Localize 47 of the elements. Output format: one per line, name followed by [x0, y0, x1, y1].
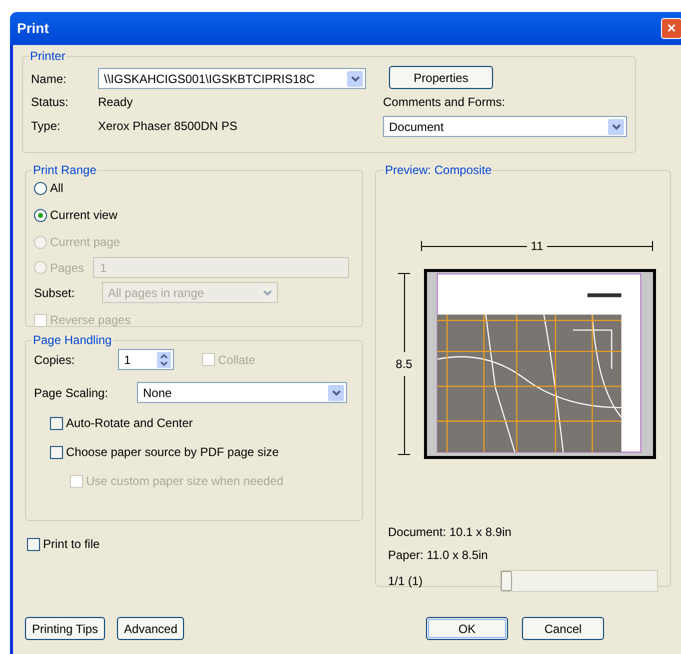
group-title: Printer	[29, 48, 66, 65]
spinner-arrows-icon	[157, 352, 171, 368]
dialog-button[interactable]: Cancel	[522, 617, 604, 640]
radio-label: Current page	[50, 234, 120, 251]
checkbox-label: Auto-Rotate and Center	[66, 415, 193, 432]
close-button[interactable]: ×	[661, 18, 681, 39]
page-counter: 1/1 (1)	[388, 573, 424, 590]
dialog-button[interactable]: Printing Tips	[25, 617, 106, 640]
checkbox[interactable]	[50, 416, 63, 430]
status-value: Ready	[98, 94, 133, 111]
copies-spinner[interactable]: 1	[118, 349, 174, 370]
field-label: Page Scaling:	[34, 384, 110, 402]
field-label: Subset:	[34, 284, 76, 302]
checkbox-label: Print to file	[43, 536, 100, 553]
width-label: 11	[530, 238, 544, 255]
radio-label: All	[50, 180, 64, 197]
radio-button[interactable]	[34, 208, 47, 222]
page-scaling-dropdown[interactable]: None	[137, 382, 347, 403]
page-slider[interactable]	[500, 570, 658, 592]
field-label: Type:	[31, 118, 62, 135]
slider-thumb[interactable]	[501, 571, 512, 591]
radio-label: Current view	[50, 207, 118, 224]
checkbox[interactable]	[27, 538, 40, 550]
window-title: Print	[17, 19, 49, 38]
radio-label: Pages	[50, 260, 84, 276]
comments-dropdown[interactable]: Document	[383, 116, 627, 137]
paper-size: Paper: 11.0 x 8.5in	[388, 547, 489, 564]
document-size: Document: 10.1 x 8.9in	[388, 524, 512, 541]
printer-type: Xerox Phaser 8500DN PS	[98, 118, 238, 135]
field-label: Name:	[31, 70, 68, 88]
group-title: Page Handling	[32, 332, 113, 349]
checkbox-label: Reverse pages	[50, 312, 131, 329]
radio-button[interactable]	[34, 182, 47, 194]
group-title: Print Range	[32, 162, 98, 179]
field-label: Comments and Forms:	[383, 94, 506, 111]
dialog-button[interactable]: OK	[426, 617, 508, 640]
field-label: Status:	[31, 94, 70, 111]
dialog-button[interactable]: Properties	[389, 66, 493, 89]
height-label: 8.5	[396, 356, 412, 373]
checkbox-label: Collate	[218, 352, 256, 368]
checkbox[interactable]	[50, 446, 63, 458]
printer-name-dropdown[interactable]: \\IGSKAHCIGS001\IGSKBTCIPRIS18C	[98, 68, 366, 89]
field-label: Copies:	[34, 352, 76, 368]
checkbox-label: Use custom paper size when needed	[86, 473, 284, 490]
dialog-button[interactable]: Advanced	[117, 617, 184, 640]
checkbox-label: Choose paper source by PDF page size	[66, 444, 279, 461]
group-title: Preview: Composite	[384, 162, 493, 179]
